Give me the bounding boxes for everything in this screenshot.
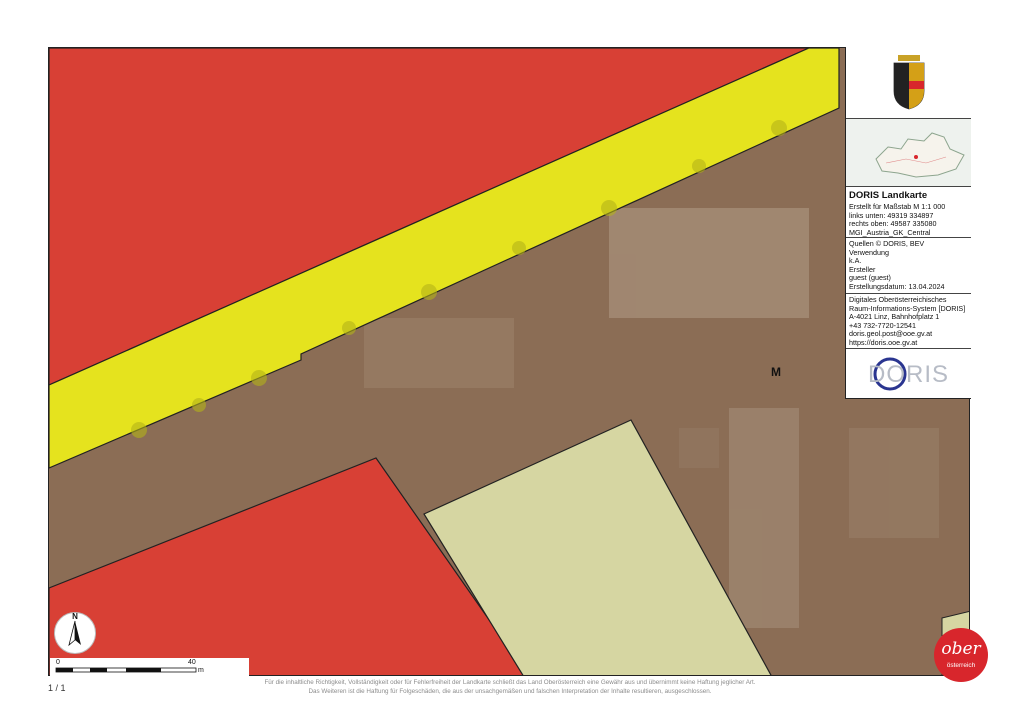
overview-map[interactable] <box>846 119 971 187</box>
disclaimer-line-2: Das Weiteren ist die Haftung für Folgesc… <box>308 688 712 695</box>
creation-date: Erstellungsdatum: 13.04.2024 <box>849 281 945 291</box>
meta-info: Quellen © DORIS, BEV Verwendung k.A. Ers… <box>846 238 971 294</box>
disclaimer-line-1: Für die inhaltliche Richtigkeit, Vollstä… <box>264 679 756 686</box>
page-number: 1 / 1 <box>48 683 66 693</box>
coat-of-arms-icon <box>893 55 925 110</box>
coat-of-arms <box>846 47 971 119</box>
doris-logo-text: DORIS <box>868 361 950 388</box>
map-info-section: DORIS Landkarte Erstellt für Maßstab M 1… <box>846 187 971 238</box>
north-arrow: N <box>54 612 96 654</box>
contact-info: Digitales Oberösterreichisches Raum-Info… <box>846 294 971 350</box>
scale-bar-graphic <box>55 667 197 673</box>
logo-sub-text: österreich <box>946 662 976 669</box>
scale-info: Erstellt für Maßstab M 1:1 000 links unt… <box>846 202 971 239</box>
north-label: N <box>72 612 78 621</box>
contact-section: Digitales Oberösterreichisches Raum-Info… <box>846 294 971 349</box>
map-canvas[interactable] <box>49 48 970 676</box>
website-link[interactable]: https://doris.ooe.gv.at <box>849 338 968 348</box>
info-panel: DORIS Landkarte Erstellt für Maßstab M 1… <box>845 47 971 399</box>
panel-title: DORIS Landkarte <box>849 190 928 201</box>
doris-logo: DORIS <box>846 349 971 399</box>
logo-main-text: ober <box>941 639 981 659</box>
scale-bar: 0 40 m <box>50 658 249 676</box>
crs-name: MGI_Austria_GK_Central <box>849 227 931 237</box>
oberoesterreich-logo: ober österreich <box>934 628 988 682</box>
usage-label: Verwendung <box>849 247 889 257</box>
meta-section: Quellen © DORIS, BEV Verwendung k.A. Ers… <box>846 238 971 294</box>
map-marker-label: M <box>771 365 781 379</box>
map-view[interactable]: M <box>48 47 970 676</box>
overview-map-icon <box>875 132 965 178</box>
